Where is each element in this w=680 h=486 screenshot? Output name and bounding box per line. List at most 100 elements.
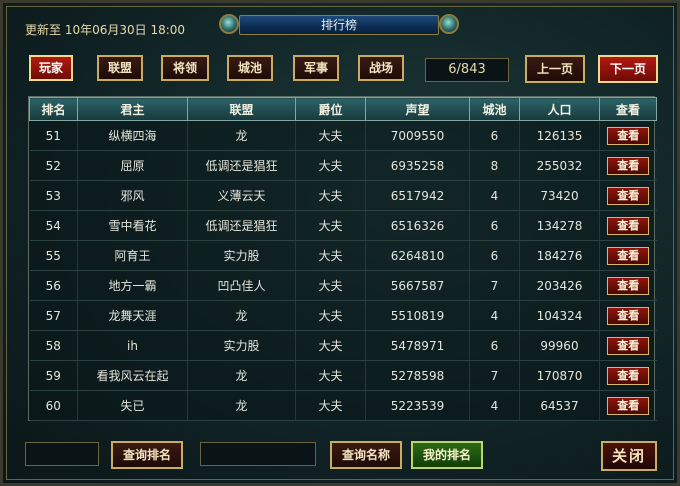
cell-cities: 4 — [469, 180, 520, 211]
cell-title: 大夫 — [295, 360, 366, 391]
title-bar: 排行榜 — [217, 12, 461, 38]
cell-rank: 55 — [29, 240, 78, 271]
view-button[interactable]: 查看 — [607, 336, 650, 355]
cell-cities: 6 — [469, 210, 520, 241]
cell-cities: 4 — [469, 300, 520, 331]
table-row: 58 ih 实力股 大夫 5478971 6 99960 查看 — [29, 330, 657, 361]
cell-rank: 56 — [29, 270, 78, 301]
cell-lord: ih — [77, 330, 188, 361]
name-query-input[interactable] — [200, 442, 316, 466]
view-button[interactable]: 查看 — [607, 306, 650, 325]
table-row: 60 失已 龙 大夫 5223539 4 64537 查看 — [29, 390, 657, 421]
tab-cities[interactable]: 城池 — [227, 55, 273, 81]
cell-population: 170870 — [519, 360, 600, 391]
cell-lord: 失已 — [77, 390, 188, 421]
cell-title: 大夫 — [295, 240, 366, 271]
cell-population: 64537 — [519, 390, 600, 421]
view-button[interactable]: 查看 — [607, 276, 650, 295]
view-button[interactable]: 查看 — [607, 366, 650, 385]
column-header-population[interactable]: 人口 — [519, 97, 600, 121]
column-header-cities[interactable]: 城池 — [469, 97, 520, 121]
cell-view: 查看 — [599, 360, 657, 391]
my-rank-button[interactable]: 我的排名 — [411, 441, 483, 469]
cell-view: 查看 — [599, 180, 657, 211]
cell-title: 大夫 — [295, 270, 366, 301]
cell-view: 查看 — [599, 390, 657, 421]
cell-alliance: 龙 — [187, 360, 296, 391]
table-header-row: 排名 君主 联盟 爵位 声望 城池 人口 查看 — [29, 97, 657, 121]
cell-title: 大夫 — [295, 150, 366, 181]
view-button[interactable]: 查看 — [607, 246, 650, 265]
cell-view: 查看 — [599, 210, 657, 241]
cell-rank: 52 — [29, 150, 78, 181]
window-title: 排行榜 — [239, 15, 439, 35]
cell-prestige: 6264810 — [365, 240, 470, 271]
cell-title: 大夫 — [295, 330, 366, 361]
cell-rank: 51 — [29, 120, 78, 151]
column-header-lord[interactable]: 君主 — [77, 97, 188, 121]
cell-alliance: 龙 — [187, 390, 296, 421]
prev-page-button[interactable]: 上一页 — [525, 55, 585, 83]
update-time-text: 更新至 10年06月30日 18:00 — [25, 23, 186, 37]
cell-prestige: 5667587 — [365, 270, 470, 301]
cell-title: 大夫 — [295, 390, 366, 421]
view-button[interactable]: 查看 — [607, 396, 650, 415]
column-header-view: 查看 — [599, 97, 657, 121]
ranking-window: 更新至 10年06月30日 18:00 排行榜 玩家 联盟 将领 城池 军事 战… — [0, 0, 680, 486]
tab-military[interactable]: 军事 — [293, 55, 339, 81]
column-header-prestige[interactable]: 声望 — [365, 97, 470, 121]
column-header-rank[interactable]: 排名 — [29, 97, 78, 121]
cell-title: 大夫 — [295, 120, 366, 151]
cell-alliance: 凹凸佳人 — [187, 270, 296, 301]
view-button[interactable]: 查看 — [607, 126, 650, 145]
cell-prestige: 5223539 — [365, 390, 470, 421]
cell-prestige: 6516326 — [365, 210, 470, 241]
cell-rank: 57 — [29, 300, 78, 331]
page-counter: 6/843 — [425, 58, 509, 82]
cell-prestige: 6517942 — [365, 180, 470, 211]
ranking-table: 排名 君主 联盟 爵位 声望 城池 人口 查看 51 纵横四海 龙 大夫 700… — [28, 96, 657, 421]
cell-population: 255032 — [519, 150, 600, 181]
cell-lord: 地方一霸 — [77, 270, 188, 301]
cell-population: 184276 — [519, 240, 600, 271]
view-button[interactable]: 查看 — [607, 216, 650, 235]
cell-population: 73420 — [519, 180, 600, 211]
cell-lord: 看我风云在起 — [77, 360, 188, 391]
cell-view: 查看 — [599, 150, 657, 181]
cell-rank: 54 — [29, 210, 78, 241]
cell-rank: 53 — [29, 180, 78, 211]
cell-cities: 8 — [469, 150, 520, 181]
cell-rank: 59 — [29, 360, 78, 391]
query-rank-button[interactable]: 查询排名 — [111, 441, 183, 469]
cell-alliance: 低调还是猖狂 — [187, 150, 296, 181]
close-button[interactable]: 关闭 — [601, 441, 657, 471]
tab-players[interactable]: 玩家 — [29, 55, 73, 81]
tab-battlefield[interactable]: 战场 — [358, 55, 404, 81]
rank-query-input[interactable] — [25, 442, 99, 466]
table-row: 59 看我风云在起 龙 大夫 5278598 7 170870 查看 — [29, 360, 657, 391]
title-ornament-right-icon — [439, 14, 459, 34]
column-header-title[interactable]: 爵位 — [295, 97, 366, 121]
cell-view: 查看 — [599, 300, 657, 331]
cell-alliance: 实力股 — [187, 330, 296, 361]
cell-prestige: 5278598 — [365, 360, 470, 391]
tab-generals[interactable]: 将领 — [161, 55, 209, 81]
cell-title: 大夫 — [295, 300, 366, 331]
cell-lord: 邪风 — [77, 180, 188, 211]
cell-lord: 雪中看花 — [77, 210, 188, 241]
table-row: 53 邪风 义薄云天 大夫 6517942 4 73420 查看 — [29, 180, 657, 211]
cell-view: 查看 — [599, 270, 657, 301]
tab-alliances[interactable]: 联盟 — [97, 55, 143, 81]
view-button[interactable]: 查看 — [607, 156, 650, 175]
table-row: 55 阿育王 实力股 大夫 6264810 6 184276 查看 — [29, 240, 657, 271]
next-page-button[interactable]: 下一页 — [598, 55, 658, 83]
view-button[interactable]: 查看 — [607, 186, 650, 205]
cell-alliance: 龙 — [187, 120, 296, 151]
column-header-alliance[interactable]: 联盟 — [187, 97, 296, 121]
cell-view: 查看 — [599, 330, 657, 361]
query-name-button[interactable]: 查询名称 — [330, 441, 402, 469]
title-ornament-left-icon — [219, 14, 239, 34]
cell-cities: 4 — [469, 390, 520, 421]
table-row: 56 地方一霸 凹凸佳人 大夫 5667587 7 203426 查看 — [29, 270, 657, 301]
cell-cities: 7 — [469, 360, 520, 391]
